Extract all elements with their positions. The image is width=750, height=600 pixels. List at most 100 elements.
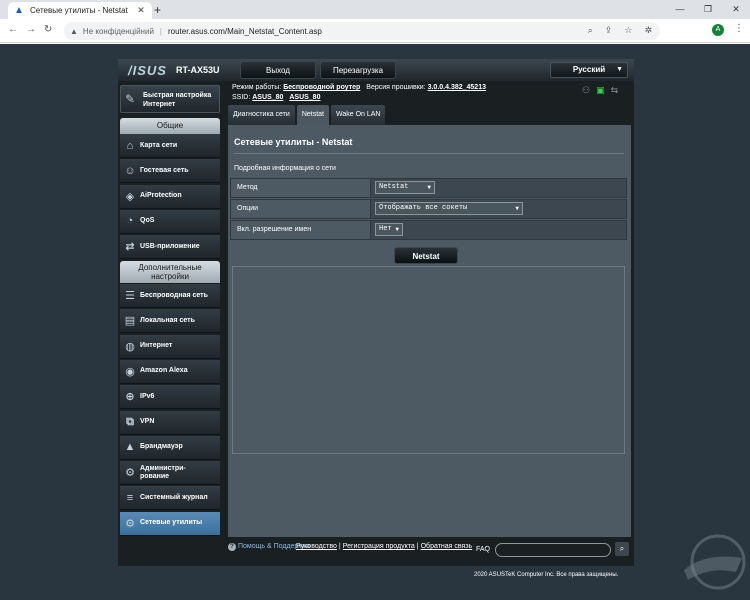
method-select[interactable]: Netstat ▼ <box>375 181 435 194</box>
registration-link[interactable]: Регистрация продукта <box>343 543 415 550</box>
warning-icon[interactable]: ▲ <box>70 27 78 36</box>
close-window-icon[interactable]: ✕ <box>722 0 750 19</box>
ssid-link-2[interactable]: ASUS_80 <box>289 94 320 101</box>
sidebar-item-label: Брандмауэр <box>140 443 183 451</box>
maximize-icon[interactable]: ❐ <box>694 0 722 19</box>
netstat-button[interactable]: Netstat <box>394 247 458 264</box>
mode-link[interactable]: Беспроводной роутер <box>283 84 360 91</box>
sidebar-item-wireless[interactable]: ☰ Беспроводная сеть <box>120 284 220 308</box>
footer: ? Помощь & Поддержка Руководство | Регистра… <box>118 539 634 566</box>
manual-link[interactable]: Руководство <box>296 543 337 550</box>
watermark-logo <box>684 534 746 590</box>
asus-favicon-icon: ▲ <box>14 4 24 16</box>
sidebar-item-network-tools[interactable]: ⚙ Сетевые утилиты <box>120 511 220 536</box>
url-field[interactable]: ▲ Не конфіденційний | router.asus.com/Ma… <box>64 22 660 40</box>
sidebar-item-label: Карта сети <box>140 141 178 149</box>
router-model: RT-AX53U <box>176 65 220 75</box>
wizard-icon: ✎ <box>125 92 136 106</box>
window-controls: — ❐ ✕ <box>666 0 750 19</box>
ssid-link-1[interactable]: ASUS_80 <box>252 94 283 101</box>
sidebar: ✎ Быстрая настройка Интернет Общие ⌂ Карт… <box>120 85 220 555</box>
log-icon: ≡ <box>126 491 134 504</box>
close-tab-icon[interactable]: ✕ <box>136 5 146 16</box>
options-select[interactable]: Отображать все сокеты ▼ <box>375 202 523 215</box>
router-top-bar: /ISUS RT-AX53U Выход Перезагрузка Русски… <box>118 59 634 81</box>
usb-status-icon[interactable]: ⇆ <box>611 85 619 96</box>
search-icon[interactable]: ⌕ <box>615 542 629 556</box>
netstat-output-textarea[interactable] <box>232 266 625 454</box>
asus-logo[interactable]: /ISUS <box>128 63 167 78</box>
resolve-select[interactable]: Нет ▼ <box>375 223 403 236</box>
firewall-icon: ▲ <box>124 441 136 454</box>
feedback-link[interactable]: Обратная связь <box>421 543 473 550</box>
clients-icon[interactable]: ⚇ <box>582 85 590 96</box>
faq-search-input[interactable] <box>495 543 611 557</box>
ipv6-icon: ⊕ <box>125 391 135 404</box>
sidebar-item-alexa[interactable]: ◉ Amazon Alexa <box>120 359 220 384</box>
chevron-down-icon: ▼ <box>395 226 399 233</box>
qos-icon: ◔ <box>126 215 134 228</box>
sidebar-item-guest-network[interactable]: ☺ Гостевая сеть <box>120 159 220 184</box>
admin-icon: ⚙ <box>125 467 135 480</box>
browser-tab[interactable]: ▲ Сетевые утилиты - Netstat ✕ <box>8 2 152 19</box>
language-select[interactable]: Русский ▼ <box>550 62 628 78</box>
sidebar-item-label: Беспроводная сеть <box>140 291 208 299</box>
guest-network-icon: ☺ <box>124 164 136 177</box>
sidebar-item-aiprotection[interactable]: ◈ AiProtection <box>120 184 220 209</box>
page-background: /ISUS RT-AX53U Выход Перезагрузка Русски… <box>0 44 750 600</box>
reboot-button[interactable]: Перезагрузка <box>320 61 396 79</box>
footer-links: Руководство | Регистрация продукта | Обратна… <box>296 543 473 550</box>
sidebar-item-network-map[interactable]: ⌂ Карта сети <box>120 134 220 158</box>
sidebar-item-usb[interactable]: ⇄ USB-приложение <box>120 235 220 260</box>
aiprotection-icon: ◈ <box>125 190 135 203</box>
chevron-down-icon: ▼ <box>515 205 519 212</box>
sidebar-item-label: Интернет <box>140 342 173 350</box>
sidebar-item-label: IPv6 <box>140 392 155 400</box>
sidebar-item-qos[interactable]: ◔ QoS <box>120 209 220 234</box>
alexa-icon: ◉ <box>125 365 135 378</box>
tab-wake-on-lan[interactable]: Wake On LAN <box>331 105 386 125</box>
url-text[interactable]: router.asus.com/Main_Netstat_Content.asp <box>168 27 322 36</box>
extensions-icon[interactable]: ✲ <box>644 25 652 36</box>
method-row: Метод Netstat ▼ <box>230 178 627 198</box>
minimize-icon[interactable]: — <box>666 0 694 19</box>
sidebar-item-lan[interactable]: ▤ Локальная сеть <box>120 309 220 334</box>
sidebar-item-vpn[interactable]: ⧉ VPN <box>120 410 220 435</box>
new-tab-button[interactable]: + <box>154 3 161 17</box>
internet-status-icon[interactable]: ▣ <box>596 85 605 96</box>
help-icon: ? <box>228 543 236 551</box>
wireless-icon: ☰ <box>125 290 135 302</box>
options-value: Отображать все сокеты <box>379 204 468 212</box>
resolve-value: Нет <box>379 225 392 233</box>
sidebar-item-firewall[interactable]: ▲ Брандмауэр <box>120 435 220 460</box>
sidebar-item-ipv6[interactable]: ⊕ IPv6 <box>120 385 220 410</box>
tab-diagnostics[interactable]: Диагностика сети <box>228 105 295 125</box>
method-value: Netstat <box>379 183 409 191</box>
sidebar-item-log[interactable]: ≡ Системный журнал <box>120 486 220 511</box>
general-header: Общие <box>120 118 220 134</box>
router-panel: /ISUS RT-AX53U Выход Перезагрузка Русски… <box>118 59 634 566</box>
profile-avatar[interactable]: A <box>712 24 724 36</box>
quick-setup-button[interactable]: ✎ Быстрая настройка Интернет <box>120 85 220 113</box>
sidebar-item-globe[interactable]: ◍ Интернет <box>120 334 220 359</box>
share-icon[interactable]: ⇪ <box>605 25 613 36</box>
url-separator: | <box>159 26 162 36</box>
page-title: Сетевые утилиты - Netstat <box>234 137 353 147</box>
sidebar-item-admin[interactable]: ⚙ Администри- рование <box>120 461 220 486</box>
language-value: Русский <box>572 65 606 74</box>
lan-icon: ▤ <box>124 315 136 328</box>
content-panel: Сетевые утилиты - Netstat Подробная инфо… <box>228 125 631 537</box>
menu-dots-icon[interactable]: ⋮ <box>734 23 744 34</box>
forward-icon[interactable]: → <box>26 24 36 35</box>
star-icon[interactable]: ☆ <box>624 25 632 36</box>
back-icon[interactable]: ← <box>8 24 18 35</box>
logout-button[interactable]: Выход <box>240 61 316 79</box>
reload-icon[interactable]: ↻ <box>44 24 52 35</box>
sidebar-item-label: Сетевые утилиты <box>140 519 203 527</box>
tab-netstat[interactable]: Netstat <box>296 105 329 125</box>
security-label[interactable]: Не конфіденційний <box>83 27 154 36</box>
zoom-icon[interactable]: ⌕ <box>588 25 593 36</box>
sidebar-item-label: Администри- рование <box>140 464 186 480</box>
status-icons: ⚇ ▣ ⇆ <box>582 85 618 96</box>
firmware-link[interactable]: 3.0.0.4.382_45213 <box>428 84 486 91</box>
